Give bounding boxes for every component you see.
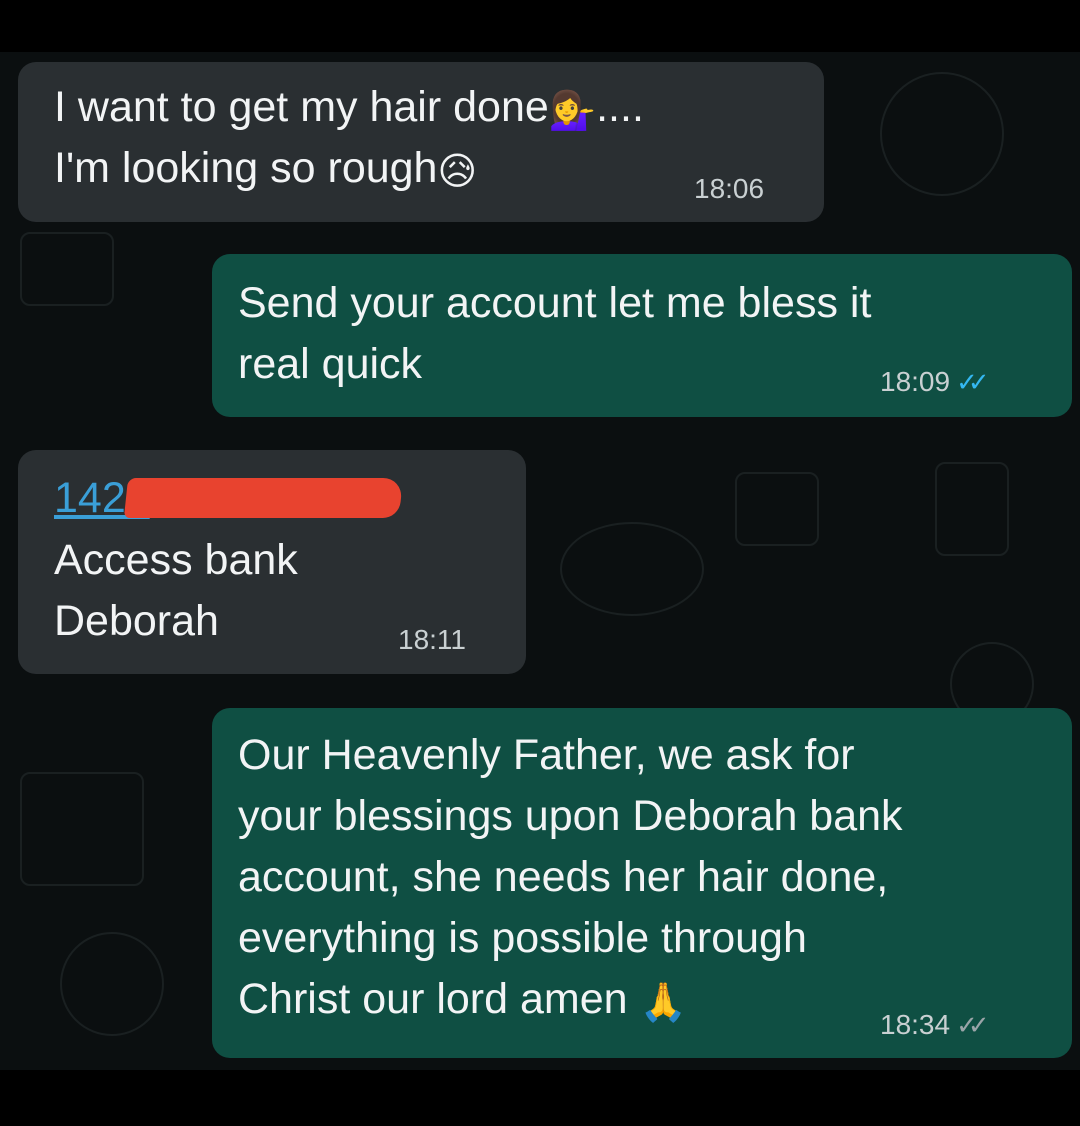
outgoing-message[interactable]: Our Heavenly Father, we ask for your ble…: [212, 708, 1072, 1058]
message-line: I want to get my hair done💁‍♀️....: [54, 77, 644, 138]
incoming-message[interactable]: 1428 Access bank Deborah 18:11: [18, 450, 526, 674]
message-time-row: 18:34 ✓✓: [880, 1009, 989, 1042]
message-text: Christ our lord amen: [238, 975, 628, 1023]
message-text: I want to get my hair done: [54, 83, 549, 131]
message-time-row: 18:09 ✓✓: [880, 366, 989, 399]
message-ellipsis: ....: [596, 83, 644, 131]
message-line: Christ our lord amen 🙏: [238, 969, 687, 1030]
message-text: Access bank: [54, 536, 298, 584]
double-check-delivered-icon: ✓✓: [956, 1011, 989, 1041]
message-text: account, she needs her hair done,: [238, 853, 889, 901]
wallpaper-doodle: [935, 462, 1009, 556]
wallpaper-doodle: [60, 932, 164, 1036]
wallpaper-doodle: [20, 232, 114, 306]
folded-hands-emoji: 🙏: [639, 980, 687, 1024]
message-time: 18:06: [694, 173, 765, 204]
wallpaper-doodle: [735, 472, 819, 546]
chat-screen: I want to get my hair done💁‍♀️.... I'm l…: [0, 0, 1080, 1126]
message-line: I'm looking so rough😥: [54, 138, 477, 199]
message-text: Send your account let me bless it: [238, 279, 872, 327]
sad-relieved-face-emoji: 😥: [437, 149, 478, 193]
message-text: your blessings upon Deborah bank: [238, 792, 903, 840]
incoming-message[interactable]: I want to get my hair done💁‍♀️.... I'm l…: [18, 62, 824, 222]
woman-tipping-hand-emoji: 💁‍♀️: [548, 88, 597, 132]
message-text: Deborah: [54, 597, 219, 645]
wallpaper-doodle: [880, 72, 1004, 196]
message-text: Our Heavenly Father, we ask for: [238, 731, 855, 779]
message-time: 18:34: [880, 1009, 951, 1040]
message-text: everything is possible through: [238, 914, 807, 962]
message-text: real quick: [238, 340, 423, 388]
outgoing-message[interactable]: Send your account let me bless it real q…: [212, 254, 1072, 417]
message-time: 18:09: [880, 366, 951, 397]
wallpaper-doodle: [560, 522, 704, 616]
redaction-mark: [123, 478, 404, 518]
message-time: 18:11: [398, 624, 466, 655]
wallpaper-doodle: [20, 772, 144, 886]
double-check-read-icon: ✓✓: [956, 368, 989, 398]
message-text: I'm looking so rough: [54, 144, 438, 192]
